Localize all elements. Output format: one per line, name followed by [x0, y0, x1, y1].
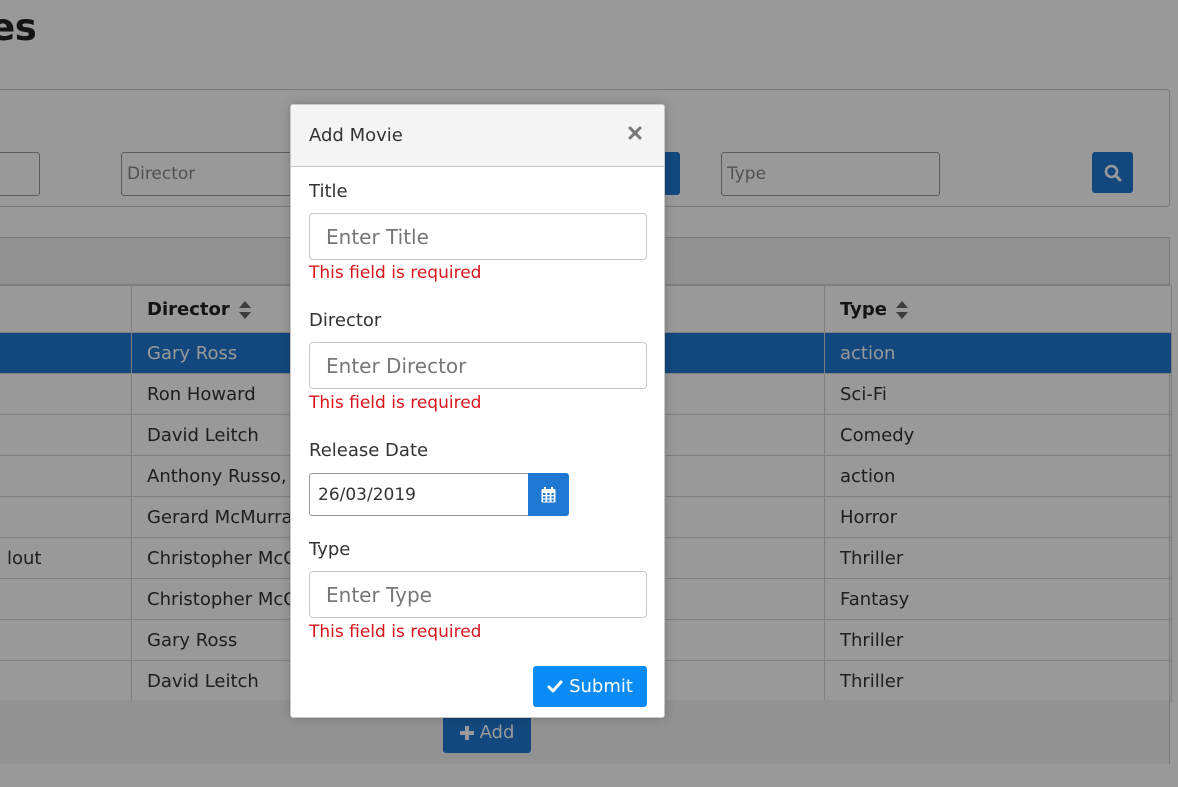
check-icon [547, 680, 563, 692]
title-error: This field is required [309, 263, 482, 283]
director-error: This field is required [309, 393, 482, 413]
dialog-title: Add Movie [309, 125, 403, 146]
submit-label: Submit [569, 676, 633, 697]
type-label: Type [309, 539, 351, 560]
submit-button[interactable]: Submit [533, 666, 647, 707]
dialog-header: Add Movie [291, 105, 664, 167]
type-input[interactable] [309, 571, 647, 618]
close-icon[interactable] [626, 124, 644, 142]
release-date-label: Release Date [309, 440, 429, 461]
add-movie-dialog: Add Movie Title This field is required D… [290, 104, 665, 718]
director-input[interactable] [309, 342, 647, 389]
type-error: This field is required [309, 622, 482, 642]
title-label: Title [309, 181, 348, 202]
calendar-icon [541, 486, 556, 502]
release-date-input[interactable] [309, 473, 529, 516]
director-label: Director [309, 310, 382, 331]
calendar-button[interactable] [528, 473, 569, 516]
title-input[interactable] [309, 213, 647, 260]
